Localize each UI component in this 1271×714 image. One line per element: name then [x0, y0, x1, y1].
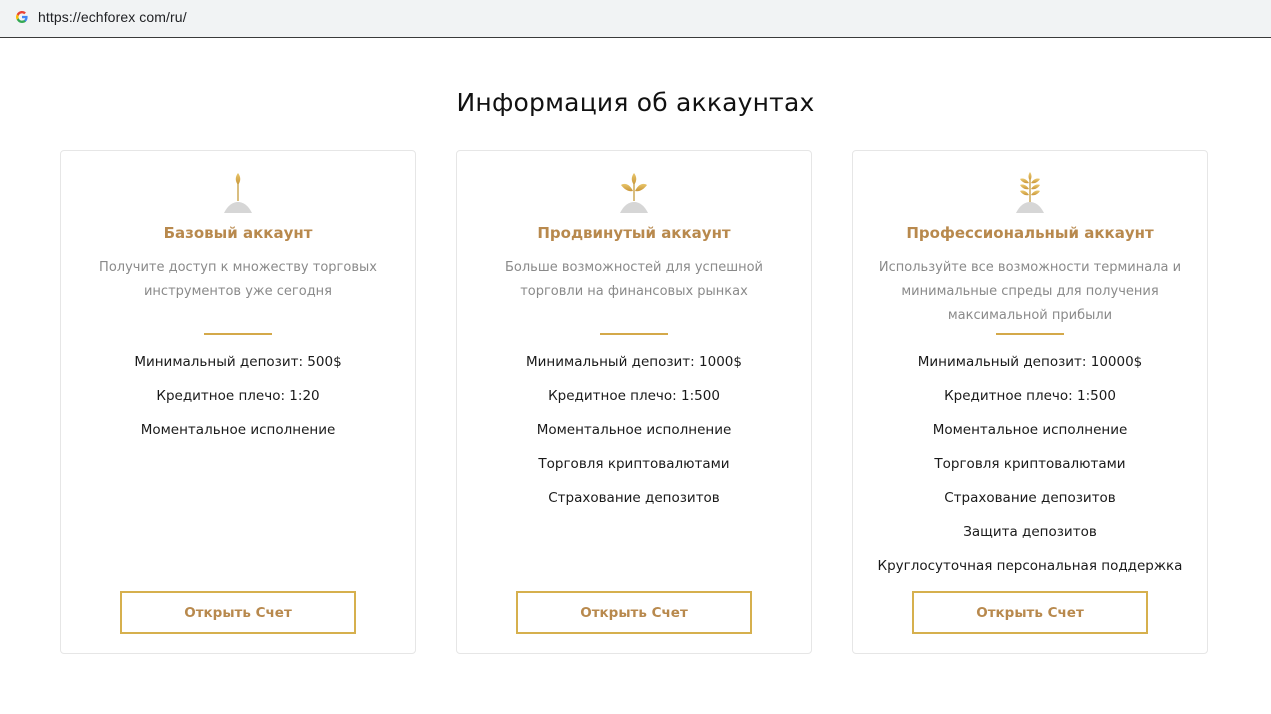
account-card-advanced: Продвинутый аккаунт Больше возможностей … — [456, 150, 812, 654]
feature-item: Минимальный депозит: 10000$ — [917, 354, 1143, 370]
account-name: Профессиональный аккаунт — [906, 224, 1154, 242]
gold-divider — [600, 333, 668, 335]
browser-address-bar: https://echforex com/ru/ — [0, 0, 1271, 38]
open-account-button[interactable]: Открыть Счет — [516, 591, 752, 634]
feature-list: Минимальный депозит: 500$ Кредитное плеч… — [61, 351, 415, 453]
feature-item: Торговля криптовалютами — [538, 456, 730, 472]
open-account-button[interactable]: Открыть Счет — [912, 591, 1148, 634]
feature-item: Минимальный депозит: 1000$ — [526, 354, 742, 370]
open-account-button[interactable]: Открыть Счет — [120, 591, 356, 634]
page-title: Информация об аккаунтах — [456, 88, 815, 117]
feature-item: Моментальное исполнение — [932, 422, 1128, 438]
account-description: Больше возможностей для успешной торговл… — [504, 260, 763, 299]
feature-list: Минимальный депозит: 10000$ Кредитное пл… — [853, 351, 1207, 589]
feature-item: Кредитное плечо: 1:500 — [548, 388, 720, 404]
url-text[interactable]: https://echforex com/ru/ — [38, 9, 187, 25]
wheat-sprout-icon — [61, 169, 415, 215]
account-description: Получите доступ к множеству торговых инс… — [99, 260, 377, 299]
feature-item: Минимальный депозит: 500$ — [134, 354, 342, 370]
feature-item: Круглосуточная персональная поддержка — [877, 558, 1183, 574]
account-name: Продвинутый аккаунт — [537, 224, 731, 242]
account-card-basic: Базовый аккаунт Получите доступ к множес… — [60, 150, 416, 654]
feature-item: Торговля криптовалютами — [934, 456, 1126, 472]
feature-item: Страхование депозитов — [548, 490, 720, 506]
feature-item: Моментальное исполнение — [536, 422, 732, 438]
wheat-ear-icon — [853, 169, 1207, 215]
wheat-leaves-icon — [457, 169, 811, 215]
omnibox[interactable] — [4, 4, 1270, 32]
account-description: Используйте все возможности терминала и … — [878, 260, 1182, 323]
account-card-professional: Профессиональный аккаунт Используйте все… — [852, 150, 1208, 654]
feature-item: Моментальное исполнение — [140, 422, 336, 438]
google-icon — [16, 11, 28, 23]
feature-list: Минимальный депозит: 1000$ Кредитное пле… — [457, 351, 811, 521]
feature-item: Кредитное плечо: 1:500 — [944, 388, 1116, 404]
gold-divider — [204, 333, 272, 335]
account-name: Базовый аккаунт — [163, 224, 313, 242]
feature-item: Защита депозитов — [963, 524, 1097, 540]
feature-item: Страхование депозитов — [944, 490, 1116, 506]
gold-divider — [996, 333, 1064, 335]
feature-item: Кредитное плечо: 1:20 — [156, 388, 320, 404]
